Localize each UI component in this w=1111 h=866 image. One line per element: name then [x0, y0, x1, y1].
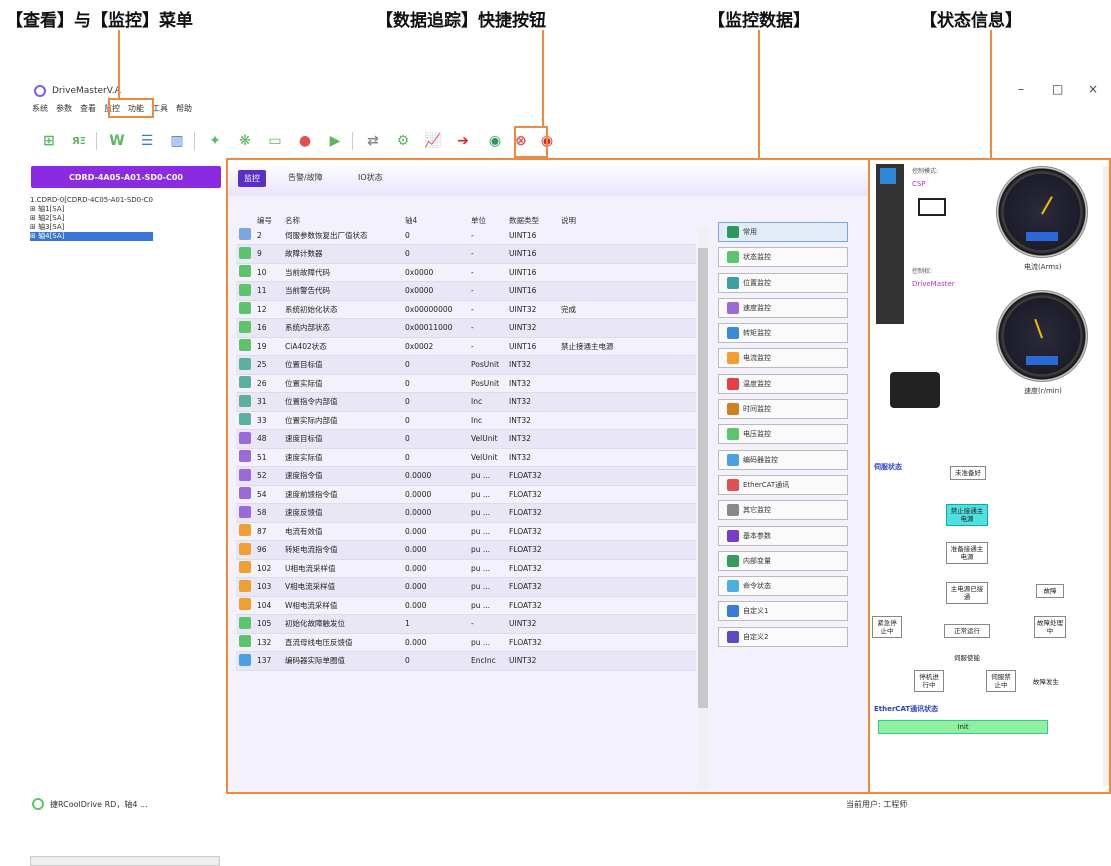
menu-params[interactable]: 参数	[56, 103, 72, 117]
title-bar: DriveMasterV.A – □ ×	[28, 80, 1111, 102]
leader-menu	[118, 30, 120, 98]
device-button[interactable]: CDRD-4A05-A01-SD0-C00	[31, 166, 221, 188]
annotation-menu: 【查看】与【监控】菜单	[6, 11, 193, 31]
tree-axis-2[interactable]: ⊞ 轴2[SA]	[30, 214, 153, 223]
app-logo-icon	[34, 85, 46, 97]
transfer-icon[interactable]: ⇄	[362, 130, 384, 152]
maximize-button[interactable]: □	[1052, 82, 1063, 96]
menu-view[interactable]: 查看	[80, 103, 96, 117]
data-trace-icon[interactable]: 📈	[422, 130, 444, 152]
annotation-monitor: 【监控数据】	[708, 11, 810, 31]
status-bar: 捷RCoolDrive RD，轴4 ... 当前用户: 工程师	[28, 794, 1111, 814]
minimize-button[interactable]: –	[1018, 82, 1024, 96]
chip-icon[interactable]: ●	[294, 130, 316, 152]
motor-icon[interactable]: ▭	[264, 130, 286, 152]
enable-icon[interactable]: ◉	[484, 130, 506, 152]
leader-trace	[542, 30, 544, 126]
tree-axis-1[interactable]: ⊞ 轴1[SA]	[30, 205, 153, 214]
highlight-status-info	[868, 158, 1111, 794]
settings-icon[interactable]: ⚙	[392, 130, 414, 152]
horizontal-scrollbar[interactable]	[30, 856, 220, 866]
highlight-menu	[108, 98, 154, 118]
connection-status-icon	[32, 798, 44, 810]
leader-monitor	[758, 30, 760, 158]
status-left-text: 捷RCoolDrive RD，轴4 ...	[50, 800, 148, 809]
arrow-icon[interactable]: ➔	[452, 130, 474, 152]
tree-root[interactable]: 1.CDRD-0[CDRD-4C05-A01-SD0-C0	[30, 196, 153, 205]
close-button[interactable]: ×	[1088, 82, 1098, 96]
ae-icon[interactable]: ЯΞ	[68, 130, 90, 152]
leader-status	[990, 30, 992, 158]
toolbar: ⊞ ЯΞ W ☰ ▥ ✦ ❋ ▭ ● ▶ ⇄ ⚙ 📈 ➔ ◉ ⊗ ◉	[32, 124, 732, 158]
menu-system[interactable]: 系统	[32, 103, 48, 117]
menu-tools[interactable]: 工具	[152, 103, 168, 117]
device-tree: 1.CDRD-0[CDRD-4C05-A01-SD0-C0 ⊞ 轴1[SA] ⊞…	[30, 196, 153, 241]
play-icon[interactable]: ▶	[324, 130, 346, 152]
menu-help[interactable]: 帮助	[176, 103, 192, 117]
window-title: DriveMasterV.A	[52, 86, 121, 96]
fan-icon[interactable]: ❋	[234, 130, 256, 152]
annotation-trace: 【数据追踪】快捷按钮	[376, 11, 546, 31]
list-icon[interactable]: ☰	[136, 130, 158, 152]
tree-axis-3[interactable]: ⊞ 轴3[SA]	[30, 223, 153, 232]
connect-icon[interactable]: ⊞	[38, 130, 60, 152]
write-icon[interactable]: W	[106, 130, 128, 152]
highlight-trace-button	[514, 126, 548, 158]
tree-axis-4[interactable]: ⊞ 轴4[SA]	[30, 232, 153, 241]
device-panel: CDRD-4A05-A01-SD0-C00 1.CDRD-0[CDRD-4C05…	[28, 162, 228, 866]
status-right-text: 当前用户: 工程师	[846, 800, 908, 809]
gamepad-icon[interactable]: ✦	[204, 130, 226, 152]
book-icon[interactable]: ▥	[166, 130, 188, 152]
highlight-monitor-data	[226, 158, 870, 794]
annotation-status: 【状态信息】	[920, 11, 1022, 31]
